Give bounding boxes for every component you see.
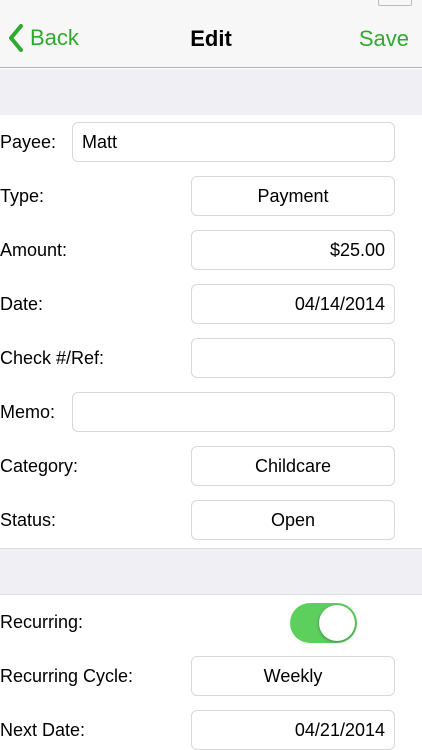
next-date-field[interactable]: 04/21/2014 bbox=[191, 710, 395, 750]
check-ref-label: Check #/Ref: bbox=[0, 348, 105, 368]
recurring-label: Recurring: bbox=[0, 612, 84, 632]
amount-label: Amount: bbox=[0, 240, 68, 260]
category-label: Category: bbox=[0, 456, 79, 476]
status-row: Status: Open bbox=[0, 493, 422, 547]
status-label: Status: bbox=[0, 510, 57, 530]
toggle-knob bbox=[319, 605, 355, 641]
memo-label: Memo: bbox=[0, 402, 56, 422]
amount-row: Amount: $25.00 bbox=[0, 223, 422, 277]
recurring-form: Recurring: Recurring Cycle: Weekly Next … bbox=[0, 595, 422, 750]
recurring-toggle[interactable] bbox=[290, 603, 357, 643]
type-label: Type: bbox=[0, 186, 45, 206]
payee-label: Payee: bbox=[0, 132, 57, 152]
date-field[interactable]: 04/14/2014 bbox=[191, 284, 395, 324]
category-row: Category: Childcare bbox=[0, 439, 422, 493]
check-ref-field[interactable] bbox=[191, 338, 395, 378]
payee-row: Payee: Matt bbox=[0, 115, 422, 169]
navigation-bar: Back Edit Save bbox=[0, 8, 422, 68]
recurring-cycle-selector[interactable]: Weekly bbox=[191, 656, 395, 696]
check-ref-row: Check #/Ref: bbox=[0, 331, 422, 385]
status-selector[interactable]: Open bbox=[191, 500, 395, 540]
memo-row: Memo: bbox=[0, 385, 422, 439]
category-selector[interactable]: Childcare bbox=[191, 446, 395, 486]
type-row: Type: Payment bbox=[0, 169, 422, 223]
amount-field[interactable]: $25.00 bbox=[191, 230, 395, 270]
recurring-cycle-row: Recurring Cycle: Weekly bbox=[0, 649, 422, 703]
date-row: Date: 04/14/2014 bbox=[0, 277, 422, 331]
status-bar bbox=[0, 0, 422, 8]
next-date-label: Next Date: bbox=[0, 720, 86, 740]
section-separator bbox=[0, 548, 422, 595]
transaction-form: Payee: Matt Type: Payment Amount: $25.00… bbox=[0, 115, 422, 547]
battery-icon bbox=[378, 0, 412, 6]
save-button[interactable]: Save bbox=[359, 26, 409, 52]
payee-field[interactable]: Matt bbox=[72, 122, 395, 162]
recurring-row: Recurring: bbox=[0, 595, 422, 649]
type-selector[interactable]: Payment bbox=[191, 176, 395, 216]
date-label: Date: bbox=[0, 294, 44, 314]
next-date-row: Next Date: 04/21/2014 bbox=[0, 703, 422, 750]
recurring-cycle-label: Recurring Cycle: bbox=[0, 666, 134, 686]
memo-field[interactable] bbox=[72, 392, 395, 432]
section-separator bbox=[0, 69, 422, 115]
